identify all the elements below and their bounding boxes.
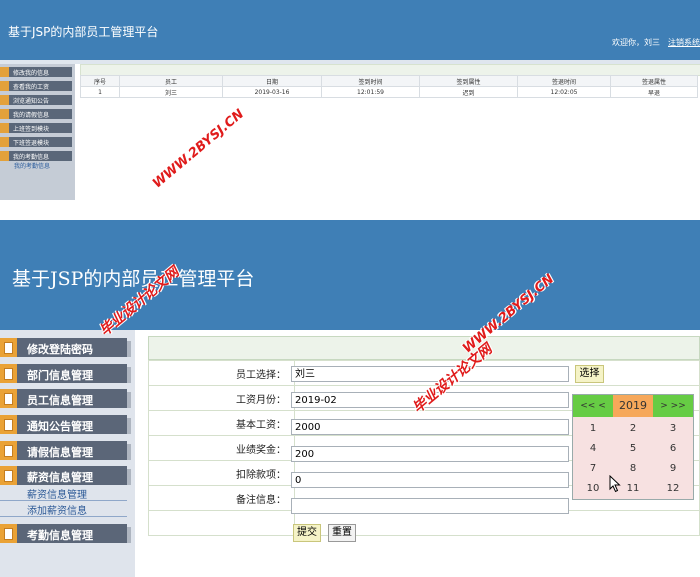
top-menu-item-salary[interactable]: 查看我的工资 (0, 81, 72, 91)
form-row (148, 510, 700, 536)
note-label: 备注信息： (148, 485, 295, 511)
watermark-site: WWW.2BYSJ.CN (150, 106, 248, 192)
table-cell: 12:02:05 (517, 86, 611, 98)
month-cell[interactable]: 1 (573, 419, 613, 439)
document-icon (0, 123, 9, 133)
month-cell[interactable]: 12 (653, 479, 693, 499)
mouse-cursor-icon (609, 475, 621, 493)
top-menu-item-leave[interactable]: 我的请假信息 (0, 109, 72, 119)
top-menu-item-edit-info[interactable]: 修改我的信息 (0, 67, 72, 77)
month-cell[interactable]: 3 (653, 419, 693, 439)
submenu-divider (0, 500, 127, 501)
document-icon (0, 441, 17, 460)
employee-label: 员工选择： (148, 360, 295, 386)
document-icon (0, 95, 9, 105)
base-salary-label: 基本工资： (148, 410, 295, 436)
menu-item-employee[interactable]: 员工信息管理 (0, 389, 131, 408)
document-icon (0, 364, 17, 383)
table-cell: 迟到 (419, 86, 518, 98)
month-cell[interactable]: 9 (653, 459, 693, 479)
top-submenu-attendance[interactable]: 我的考勤信息 (14, 161, 50, 170)
top-menu-item-sign-in[interactable]: 上班签到模块 (0, 123, 72, 133)
note-field[interactable] (291, 498, 569, 514)
deduction-label: 扣除款项： (148, 460, 295, 486)
document-icon (0, 151, 9, 161)
reset-button[interactable]: 重置 (328, 524, 356, 542)
table-header-row: 序号 员工 日期 签到时间 签到属性 签退时间 签退属性 (80, 75, 698, 87)
column-header: 签到属性 (419, 75, 518, 87)
table-cell: 1 (80, 86, 120, 98)
top-app-title: 基于JSP的内部员工管理平台 (8, 25, 159, 39)
document-icon (0, 524, 17, 543)
table-cell: 早退 (610, 86, 698, 98)
column-header: 序号 (80, 75, 120, 87)
column-header: 签到时间 (321, 75, 420, 87)
document-icon (0, 338, 17, 357)
prev-year-button[interactable]: << < (573, 395, 613, 417)
table-cell: 12:01:59 (321, 86, 420, 98)
menu-item-attendance[interactable]: 考勤信息管理 (0, 524, 131, 543)
bonus-field[interactable]: 200 (291, 446, 569, 462)
top-menu-item-attendance[interactable]: 我的考勤信息 (0, 151, 72, 161)
form-title-bar (148, 336, 700, 360)
column-header: 员工 (119, 75, 223, 87)
month-cell[interactable]: 6 (653, 439, 693, 459)
attendance-table: 序号 员工 日期 签到时间 签到属性 签退时间 签退属性 1 刘三 2019-0… (80, 75, 698, 98)
choose-employee-button[interactable]: 选择 (575, 365, 604, 383)
month-label: 工资月份： (148, 385, 295, 411)
menu-item-notices[interactable]: 通知公告管理 (0, 415, 131, 434)
top-logout-link[interactable]: 注销系统 (668, 37, 700, 48)
table-cell: 刘三 (119, 86, 223, 98)
deduction-field[interactable]: 0 (291, 472, 569, 488)
top-sidebar: 修改我的信息 查看我的工资 浏览通知公告 我的请假信息 上班签到模块 下班签退模… (0, 64, 75, 200)
document-icon (0, 466, 17, 485)
top-welcome-text: 欢迎你，刘三 (612, 38, 660, 47)
top-menu-item-notices[interactable]: 浏览通知公告 (0, 95, 72, 105)
document-icon (0, 389, 17, 408)
menu-item-leave[interactable]: 请假信息管理 (0, 441, 131, 460)
submenu-divider (0, 516, 127, 517)
next-year-button[interactable]: > >> (653, 395, 693, 417)
month-cell[interactable]: 7 (573, 459, 613, 479)
month-picker: << < 2019 > >> 1 2 3 4 5 6 7 8 9 10 11 1… (572, 394, 694, 500)
submenu-add-salary[interactable]: 添加薪资信息 (27, 502, 87, 517)
menu-item-department[interactable]: 部门信息管理 (0, 364, 131, 383)
column-header: 日期 (222, 75, 322, 87)
document-icon (0, 109, 9, 119)
document-icon (0, 81, 9, 91)
bottom-app-title: 基于JSP的内部员工管理平台 (12, 268, 255, 290)
submenu-salary-manage[interactable]: 薪资信息管理 (27, 486, 87, 501)
column-header: 签退时间 (517, 75, 611, 87)
table-cell: 2019-03-16 (222, 86, 322, 98)
top-menu-item-sign-out[interactable]: 下班签退模块 (0, 137, 72, 147)
bottom-sidebar: 修改登陆密码 部门信息管理 员工信息管理 通知公告管理 请假信息管理 薪资信息管… (0, 330, 135, 577)
month-cell[interactable]: 10 (573, 479, 613, 499)
document-icon (0, 137, 9, 147)
top-header: 基于JSP的内部员工管理平台 欢迎你，刘三 注销系统 (0, 0, 700, 60)
month-cell[interactable]: 2 (613, 419, 653, 439)
calendar-year: 2019 (613, 395, 653, 417)
menu-item-salary[interactable]: 薪资信息管理 (0, 466, 131, 485)
base-salary-field[interactable]: 2000 (291, 419, 569, 435)
document-icon (0, 415, 17, 434)
submit-button[interactable]: 提交 (293, 524, 321, 542)
table-row: 1 刘三 2019-03-16 12:01:59 迟到 12:02:05 早退 (80, 86, 698, 98)
screenshot-separator (0, 200, 700, 220)
bonus-label: 业绩奖金： (148, 435, 295, 461)
document-icon (0, 67, 9, 77)
month-cell[interactable]: 4 (573, 439, 613, 459)
employee-field[interactable]: 刘三 (291, 366, 569, 382)
bottom-header: 基于JSP的内部员工管理平台 (0, 220, 700, 330)
column-header: 签退属性 (610, 75, 698, 87)
menu-item-change-password[interactable]: 修改登陆密码 (0, 338, 131, 357)
month-cell[interactable]: 5 (613, 439, 653, 459)
